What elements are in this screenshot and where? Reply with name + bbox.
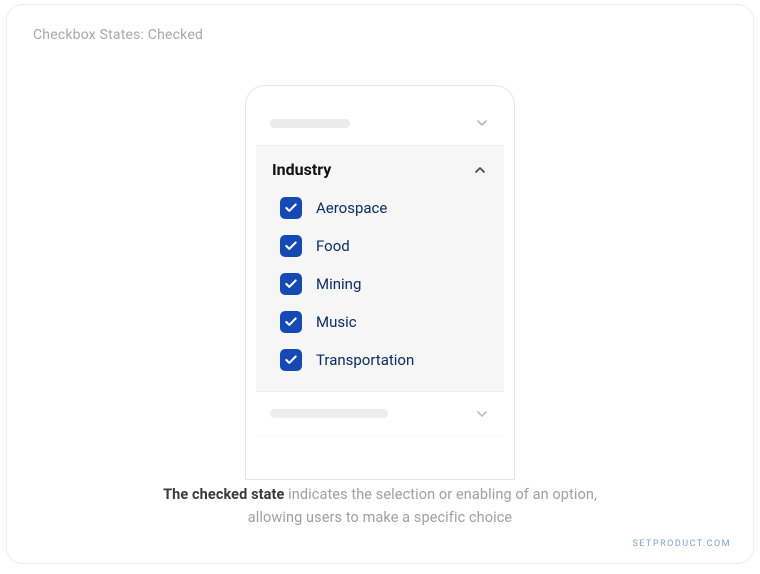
chevron-down-icon [474,452,490,468]
checkbox-label: Food [316,237,350,255]
checkbox-label: Mining [316,275,361,293]
placeholder-group [270,452,394,468]
checkbox-row[interactable]: Mining [272,265,488,303]
checkbox-checked[interactable] [280,311,302,333]
collapsed-section-mid[interactable] [256,392,504,436]
collapsed-section-top[interactable] [256,101,504,145]
chevron-down-icon [474,115,490,131]
example-frame: Checkbox States: Checked Industry Aerosp… [6,4,754,564]
check-icon [284,315,298,329]
check-icon [284,277,298,291]
check-icon [284,239,298,253]
checkbox-label: Aerospace [316,199,387,217]
check-icon [284,201,298,215]
checkbox-checked[interactable] [280,273,302,295]
caption-line-2: allowing users to make a specific choice [248,509,512,526]
chevron-down-icon [474,406,490,422]
placeholder-pill [270,452,308,468]
placeholder-label [270,119,350,128]
industry-section: Industry Aerospace Food Mining [256,145,504,392]
checkbox-checked[interactable] [280,349,302,371]
check-icon [284,353,298,367]
checkbox-label: Transportation [316,351,414,369]
checkbox-row[interactable]: Transportation [272,341,488,379]
section-title: Industry [272,160,331,179]
collapsed-section-bottom[interactable] [256,436,504,480]
checkbox-label: Music [316,313,357,331]
checkbox-row[interactable]: Music [272,303,488,341]
caption-rest-1: indicates the selection or enabling of a… [284,486,596,503]
checkbox-list: Aerospace Food Mining Music [256,189,504,391]
page-title: Checkbox States: Checked [33,27,203,43]
industry-section-header[interactable]: Industry [256,146,504,189]
checkbox-row[interactable]: Food [272,227,488,265]
caption: The checked state indicates the selectio… [7,484,753,529]
device-mockup: Industry Aerospace Food Mining [245,85,515,480]
checkbox-row[interactable]: Aerospace [272,189,488,227]
placeholder-label [316,455,394,465]
checkbox-checked[interactable] [280,235,302,257]
chevron-up-icon [472,162,488,178]
watermark: SETPRODUCT.COM [633,539,732,549]
checkbox-checked[interactable] [280,197,302,219]
placeholder-label [270,409,388,418]
caption-strong: The checked state [163,486,284,503]
